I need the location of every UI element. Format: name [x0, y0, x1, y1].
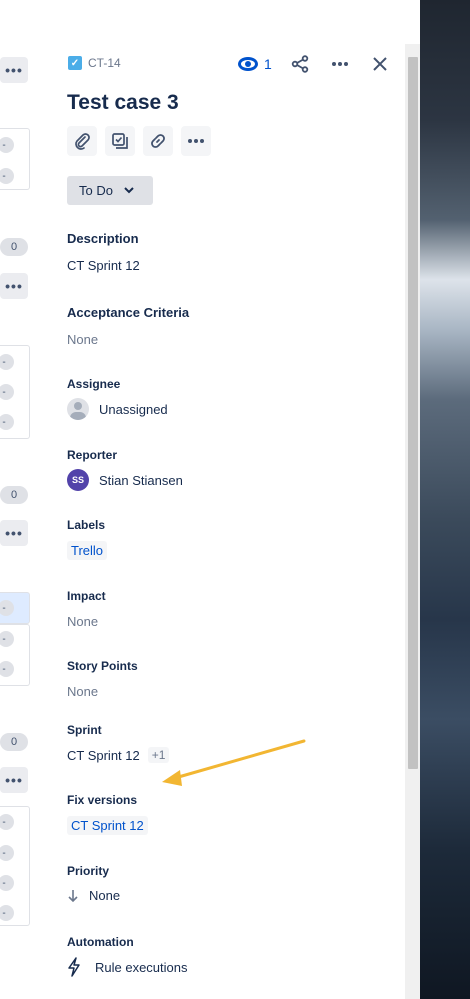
add-subtask-button[interactable] — [105, 126, 135, 156]
automation-value: Rule executions — [95, 959, 188, 975]
paperclip-icon — [75, 133, 90, 150]
labels-label: Labels — [67, 518, 106, 532]
issue-key[interactable]: CT-14 — [88, 56, 121, 70]
status-label: To Do — [79, 183, 113, 198]
watch-count: 1 — [264, 56, 272, 72]
column-count-badge: 0 — [0, 486, 28, 504]
reporter-label: Reporter — [67, 448, 118, 462]
sprint-extra-badge[interactable]: +1 — [147, 747, 170, 763]
share-button[interactable] — [284, 52, 316, 76]
quick-actions — [67, 126, 211, 156]
story-points-value[interactable]: None — [67, 684, 98, 699]
lightning-icon — [68, 957, 80, 977]
automation-field[interactable]: Rule executions — [67, 957, 188, 977]
reporter-value: Stian Stiansen — [99, 472, 183, 488]
more-quick-actions-button[interactable] — [181, 126, 211, 156]
close-icon — [373, 57, 387, 71]
assignee-value: Unassigned — [99, 401, 168, 417]
avatar: SS — [67, 469, 89, 491]
column-count-badge: 0 — [0, 238, 28, 256]
priority-value: None — [89, 888, 121, 903]
sprint-field[interactable]: CT Sprint 12 +1 — [67, 747, 170, 763]
subtask-icon — [112, 133, 128, 149]
card-more-button[interactable]: ••• — [0, 520, 28, 546]
assignee-label: Assignee — [67, 377, 121, 391]
issue-toolbar: 1 — [234, 52, 396, 76]
scrollbar-thumb[interactable] — [408, 57, 418, 769]
more-actions-button[interactable] — [324, 52, 356, 76]
label-tag[interactable]: Trello — [67, 541, 108, 560]
impact-value[interactable]: None — [67, 614, 98, 629]
card-more-button[interactable]: ••• — [0, 767, 28, 793]
more-icon — [331, 62, 348, 66]
column-count-badge: 0 — [0, 733, 28, 751]
reporter-field[interactable]: SS Stian Stiansen — [67, 469, 183, 491]
assignee-field[interactable]: Unassigned — [67, 398, 168, 420]
card-more-button[interactable]: ••• — [0, 57, 28, 83]
fix-version-tag[interactable]: CT Sprint 12 — [67, 816, 148, 835]
attach-button[interactable] — [67, 126, 97, 156]
acceptance-criteria-label: Acceptance Criteria — [67, 305, 190, 320]
chevron-down-icon — [123, 185, 135, 197]
priority-field[interactable]: None — [67, 888, 120, 903]
acceptance-criteria-value[interactable]: None — [67, 332, 98, 347]
fix-versions-label: Fix versions — [67, 793, 138, 807]
more-icon — [188, 139, 204, 143]
sprint-label: Sprint — [67, 723, 102, 737]
board-fragment: ••• - - 0 ••• - - - 0 ••• - - - 0 ••• - … — [0, 0, 48, 999]
card-more-button[interactable]: ••• — [0, 273, 28, 299]
link-issue-button[interactable] — [143, 126, 173, 156]
labels-field[interactable]: Trello — [67, 541, 108, 560]
issue-detail-panel: ✓ CT-14 1 Test case 3 To Do Description … — [48, 44, 405, 999]
eye-icon — [238, 57, 258, 71]
story-points-label: Story Points — [67, 659, 138, 673]
avatar — [67, 398, 89, 420]
link-icon — [151, 134, 165, 148]
description-label: Description — [67, 231, 139, 246]
description-value[interactable]: CT Sprint 12 — [67, 258, 140, 273]
automation-label: Automation — [67, 935, 134, 949]
share-icon — [291, 55, 308, 73]
checkbox-icon: ✓ — [68, 56, 82, 70]
issue-key-breadcrumb[interactable]: ✓ CT-14 — [68, 56, 121, 70]
background-image — [420, 0, 470, 999]
fix-versions-field[interactable]: CT Sprint 12 — [67, 816, 148, 835]
issue-title[interactable]: Test case 3 — [67, 91, 179, 115]
arrow-down-icon — [68, 889, 78, 902]
status-dropdown[interactable]: To Do — [67, 176, 153, 205]
impact-label: Impact — [67, 589, 106, 603]
close-button[interactable] — [364, 52, 396, 76]
watch-button[interactable]: 1 — [234, 52, 276, 76]
sprint-value: CT Sprint 12 — [67, 747, 140, 763]
priority-label: Priority — [67, 864, 110, 878]
